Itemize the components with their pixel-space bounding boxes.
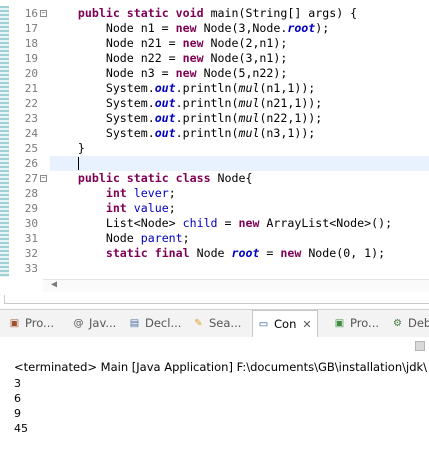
line-number-gutter: 16− 17 18 19 20 21 22 23 24 25 26 27− 28 29 30 31 32 33 [10, 6, 47, 276]
code-line[interactable] [50, 261, 429, 276]
line-number: 18 [24, 37, 38, 50]
tab-progress[interactable]: ▣ Pro... [333, 310, 379, 337]
fold-toggle-icon[interactable]: − [40, 175, 47, 182]
code-line[interactable]: System.out.println(mul(n21,1)); [50, 96, 429, 111]
tab-javadoc[interactable]: @ Jav... [72, 310, 117, 337]
line-number: 31 [24, 232, 38, 245]
fold-toggle-icon[interactable]: − [40, 10, 47, 17]
close-icon[interactable]: ✕ [302, 318, 311, 331]
terminated-label: <terminated> Main [Java Application] F:\… [14, 360, 428, 374]
line-number: 19 [24, 52, 38, 65]
text-caret [78, 157, 79, 170]
tab-label: Con [274, 317, 297, 331]
view-tab-bar: ▣ Pro... @ Jav... ▤ Decl... ✎ Sea... ▭ Con ✕ ▣ Pro..… [0, 310, 429, 339]
line-number: 21 [24, 82, 38, 95]
tab-debug[interactable]: ⚙ Deb [391, 310, 429, 337]
javadoc-icon: @ [73, 318, 84, 329]
code-line[interactable]: Node n3 = new Node(5,n22); [50, 66, 429, 81]
line-number: 16− [24, 7, 47, 20]
tab-label: Decl... [145, 316, 182, 330]
horizontal-scrollbar[interactable]: ◀ [43, 279, 429, 292]
console-toolbar [0, 337, 429, 355]
code-line[interactable]: List<Node> child = new ArrayList<Node>()… [50, 216, 429, 231]
line-number: 25 [24, 142, 38, 155]
console-line: 45 [14, 422, 28, 435]
code-line[interactable]: System.out.println(mul(n3,1)); [50, 126, 429, 141]
code-line[interactable]: System.out.println(mul(n1,1)); [50, 81, 429, 96]
line-number: 22 [24, 97, 38, 110]
line-number: 20 [24, 67, 38, 80]
line-number: 33 [24, 262, 38, 275]
tab-search[interactable]: ✎ Sea... [192, 310, 241, 337]
editor-border [4, 295, 429, 304]
progress-icon: ▣ [334, 318, 345, 329]
overview-ruler [0, 6, 9, 277]
console-menu-button[interactable] [415, 341, 425, 351]
code-line[interactable]: public static class Node{ [50, 171, 429, 186]
code-line[interactable]: Node n22 = new Node(3,n1); [50, 51, 429, 66]
code-line[interactable]: public static void main(String[] args) { [50, 6, 429, 21]
line-number: 24 [24, 127, 38, 140]
code-line[interactable]: Node parent; [50, 231, 429, 246]
console-line: 6 [14, 392, 21, 405]
code-line[interactable]: static final Node root = new Node(0, 1); [50, 246, 429, 261]
tab-problems[interactable]: ▣ Pro... [8, 310, 54, 337]
line-number: 26 [24, 157, 38, 170]
tab-declaration[interactable]: ▤ Decl... [128, 310, 182, 337]
console-line: 9 [14, 407, 21, 420]
line-number: 23 [24, 112, 38, 125]
line-number: 17 [24, 22, 38, 35]
tab-console[interactable]: ▭ Con ✕ [252, 310, 318, 339]
line-number: 28 [24, 187, 38, 200]
debug-icon: ⚙ [393, 318, 402, 329]
tab-label: Pro... [25, 316, 55, 330]
console-output-lines: 3 6 9 45 [14, 376, 429, 436]
declaration-icon: ▤ [129, 318, 140, 329]
tab-label: Deb [408, 316, 429, 330]
code-area[interactable]: public static void main(String[] args) {… [50, 6, 429, 276]
line-number: 30 [24, 217, 38, 230]
tab-label: Pro... [350, 316, 380, 330]
code-line[interactable] [50, 156, 429, 171]
line-number: 32 [24, 247, 38, 260]
tab-label: Sea... [209, 316, 242, 330]
console-line: 3 [14, 377, 21, 390]
console-icon: ▭ [258, 319, 269, 330]
code-line[interactable]: int value; [50, 201, 429, 216]
bottom-panel: ▣ Pro... @ Jav... ▤ Decl... ✎ Sea... ▭ Con ✕ ▣ Pro..… [0, 309, 429, 469]
search-icon: ✎ [194, 318, 203, 329]
code-editor[interactable]: 16− 17 18 19 20 21 22 23 24 25 26 27− 28 29 30 31 32 33 p… [0, 0, 429, 292]
scroll-left-icon[interactable]: ◀ [51, 279, 57, 290]
tab-label: Jav... [89, 316, 117, 330]
problems-icon: ▣ [9, 318, 20, 329]
line-number: 27− [24, 172, 47, 185]
code-line[interactable]: } [50, 141, 429, 156]
line-number: 29 [24, 202, 38, 215]
code-line[interactable]: System.out.println(mul(n22,1)); [50, 111, 429, 126]
code-line[interactable]: int lever; [50, 186, 429, 201]
console-output[interactable]: <terminated> Main [Java Application] F:\… [14, 359, 429, 436]
code-line[interactable]: Node n1 = new Node(3,Node.root); [50, 21, 429, 36]
code-line[interactable]: Node n21 = new Node(2,n1); [50, 36, 429, 51]
